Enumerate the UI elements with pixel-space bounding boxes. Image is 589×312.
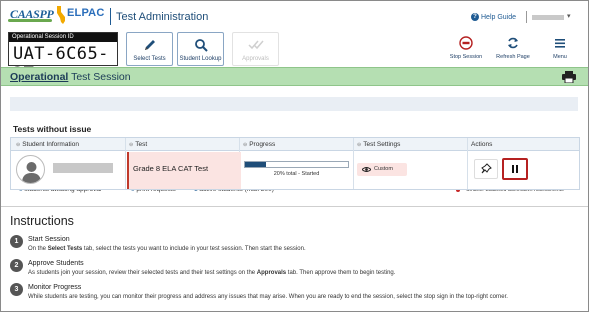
refresh-icon [494, 36, 532, 51]
hamburger-icon [541, 36, 579, 51]
elpac-logo-text: ELPAC [67, 7, 105, 19]
tests-without-issue-title: Tests without issue [13, 124, 92, 134]
progress-text: 20% total - Started [273, 171, 320, 177]
menu-button[interactable]: Menu [541, 36, 579, 64]
pencil-icon [127, 38, 172, 53]
app-header: CAASPP ELPAC Test Administration ? Help … [1, 1, 588, 31]
refresh-page-label: Refresh Page [496, 54, 530, 60]
elpac-logo: ELPAC [55, 5, 107, 27]
step-title: Approve Students [28, 260, 84, 267]
student-name [53, 163, 113, 173]
eye-icon [362, 167, 371, 172]
progress-fill [245, 162, 266, 167]
search-icon [178, 38, 223, 53]
approvals-label: Approvals [242, 56, 269, 62]
step-description: While students are testing, you can moni… [28, 294, 508, 300]
step-number: 1 [10, 235, 23, 248]
column-header-actions: Actions [471, 141, 493, 148]
student-lookup-button[interactable]: Student Lookup [177, 32, 224, 66]
sort-icon: ⊖ [357, 142, 362, 148]
app-title: Test Administration [116, 11, 209, 23]
step-description: As students join your session, review th… [28, 270, 396, 276]
step-number: 2 [10, 259, 23, 272]
california-icon [57, 6, 65, 24]
test-cell: Grade 8 ELA CAT Test [127, 152, 241, 189]
pause-button[interactable] [502, 158, 528, 180]
stop-icon [447, 36, 485, 51]
column-header-progress[interactable]: ⊖ Progress [243, 141, 275, 148]
person-icon [22, 162, 41, 183]
user-name[interactable] [532, 15, 564, 20]
checkmarks-icon [233, 38, 278, 53]
status-row: 0 students awaiting approval 0 print req… [1, 87, 588, 193]
print-icon[interactable] [562, 71, 576, 83]
sort-icon: ⊖ [129, 142, 134, 148]
tests-table: ⊖ Student Information ⊖ Test ⊖ Progress ⊖ Te… [10, 137, 580, 190]
session-id-box: Operational Session ID UAT-6C65-3T [8, 32, 118, 84]
help-guide-label: Help Guide [481, 13, 517, 21]
session-id-label: Operational Session ID [9, 33, 117, 42]
test-settings-label: Custom [374, 166, 393, 172]
test-name: Grade 8 ELA CAT Test [133, 164, 209, 173]
session-type: Operational [10, 71, 69, 83]
avatar [16, 155, 45, 184]
sort-icon: ⊖ [243, 142, 248, 148]
step-number: 3 [10, 283, 23, 296]
chevron-down-icon[interactable]: ▾ [567, 12, 571, 20]
test-settings-button[interactable]: Custom [357, 163, 407, 176]
help-icon: ? [471, 13, 479, 21]
refresh-page-button[interactable]: Refresh Page [494, 36, 532, 64]
select-tests-label: Select Tests [133, 56, 166, 62]
step-title: Monitor Progress [28, 284, 82, 291]
approvals-button[interactable]: Approvals [232, 32, 279, 66]
table-header: ⊖ Student Information ⊖ Test ⊖ Progress ⊖ Te… [11, 138, 579, 151]
help-guide-link[interactable]: ? Help Guide [471, 13, 516, 21]
select-tests-button[interactable]: Select Tests [126, 32, 173, 66]
step-title: Start Session [28, 236, 70, 243]
column-header-test[interactable]: ⊖ Test [129, 141, 147, 148]
app-frame: CAASPP ELPAC Test Administration ? Help … [0, 0, 589, 312]
student-lookup-label: Student Lookup [179, 56, 222, 62]
step-description: On the Select Tests tab, select the test… [28, 246, 306, 252]
instructions-title: Instructions [10, 214, 74, 228]
pause-icon [512, 165, 518, 173]
column-header-student[interactable]: ⊖ Student Information [16, 141, 79, 148]
pin-icon [481, 163, 492, 174]
session-title-rest: Test Session [68, 71, 131, 83]
progress-bar [244, 161, 349, 168]
session-title: Operational Test Session [10, 71, 131, 83]
session-banner: Operational Test Session [1, 67, 588, 86]
pin-button[interactable] [474, 159, 498, 179]
menu-label: Menu [553, 54, 567, 60]
sort-icon: ⊖ [16, 142, 21, 148]
column-header-settings[interactable]: ⊖ Test Settings [357, 141, 400, 148]
stop-session-label: Stop Session [449, 54, 483, 60]
stop-session-button[interactable]: Stop Session [447, 36, 485, 64]
caaspp-logo: CAASPP [8, 5, 54, 27]
